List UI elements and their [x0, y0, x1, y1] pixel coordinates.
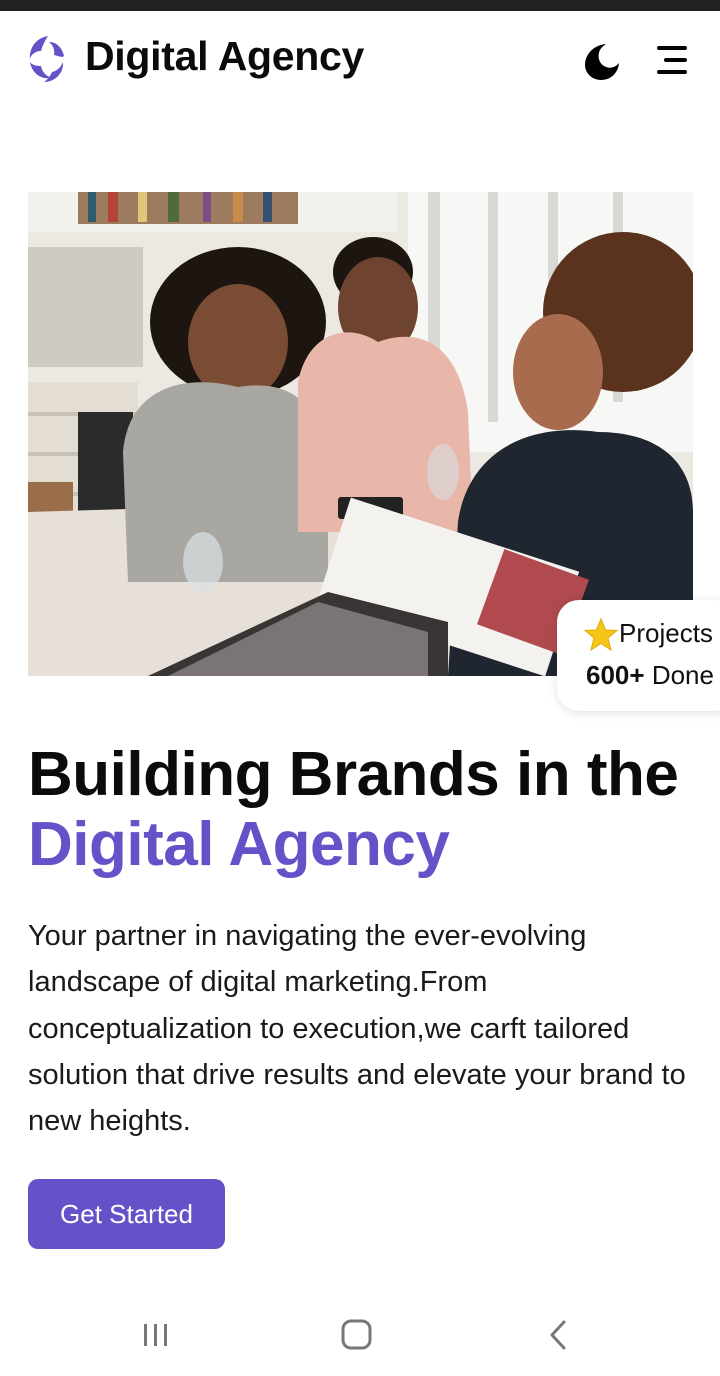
star-icon [583, 617, 619, 652]
recents-icon[interactable] [136, 1320, 176, 1350]
projects-label: Projects [619, 618, 713, 648]
brand-logo-icon[interactable] [26, 32, 66, 86]
headline-main: Building Brands in the [28, 740, 679, 809]
status-bar [0, 0, 720, 11]
headline-accent: Digital Agency [28, 810, 450, 879]
projects-count: 600+ Done [586, 660, 714, 691]
moon-icon[interactable] [580, 41, 622, 83]
projects-count-value: 600+ [586, 660, 645, 690]
site-header: Digital Agency [0, 11, 720, 111]
projects-count-suffix: Done [651, 660, 714, 690]
projects-badge: Projects 600+ Done [557, 600, 720, 711]
hero-description: Your partner in navigating the ever-evol… [28, 920, 686, 1138]
home-icon[interactable] [338, 1318, 376, 1352]
system-navigation-bar [0, 1290, 720, 1376]
get-started-button[interactable]: Get Started [28, 1179, 225, 1249]
hamburger-menu-icon[interactable] [652, 41, 692, 79]
hero-headline: Building Brands in the Digital Agency [28, 740, 708, 880]
brand-name[interactable]: Digital Agency [85, 33, 364, 80]
back-chevron-icon[interactable] [542, 1318, 576, 1352]
